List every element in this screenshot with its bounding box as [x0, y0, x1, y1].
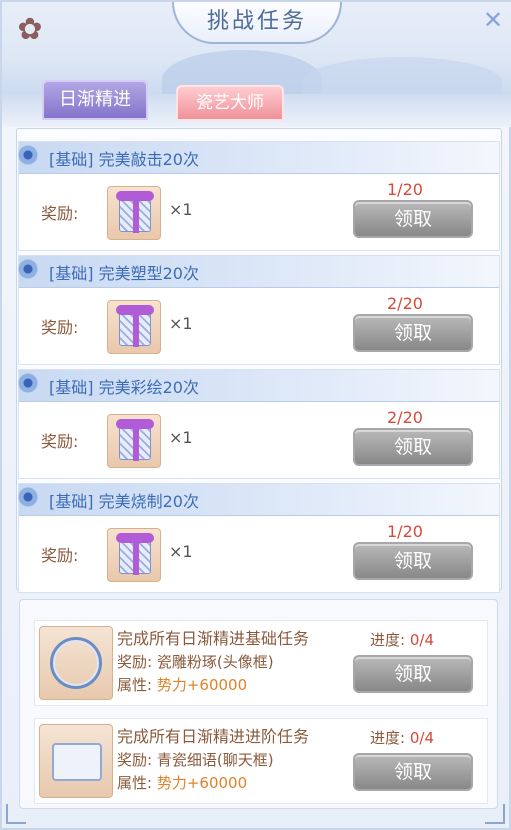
challenge-window: ✿ 挑战任务 ✕ 日渐精进 瓷艺大师 [基础] 完美敲击20次 奖励: ×1 1… [0, 0, 511, 830]
reward-quantity: ×1 [169, 542, 193, 561]
gift-box-icon [116, 305, 154, 347]
task-header: [基础] 完美敲击20次 [13, 140, 499, 174]
reward-quantity: ×1 [169, 200, 193, 219]
chat-frame-icon [52, 743, 102, 781]
reward-label: 奖励: [41, 318, 79, 337]
task-item: [基础] 完美敲击20次 奖励: ×1 1/20 领取 [13, 140, 500, 251]
reward-quantity: ×1 [169, 314, 193, 333]
progress-value: 0/4 [409, 631, 434, 649]
task-tag: [基础] [49, 378, 94, 397]
completion-reward: 奖励: 瓷雕粉琢(头像框) [117, 651, 274, 672]
reward-item[interactable] [107, 186, 161, 240]
attr-value: 势力+60000 [156, 676, 248, 694]
header-banner: ✿ 挑战任务 ✕ 日渐精进 瓷艺大师 [2, 2, 511, 127]
task-progress: 1/20 [387, 522, 423, 541]
task-title: [基础] 完美彩绘20次 [49, 374, 199, 398]
completion-progress: 进度: 0/4 [370, 629, 434, 650]
completion-attribute: 属性: 势力+60000 [117, 772, 247, 793]
reward-prefix: 奖励: [117, 653, 153, 671]
reward-label: 奖励: [41, 432, 79, 451]
tab-daily-progress[interactable]: 日渐精进 [42, 80, 148, 120]
claim-button[interactable]: 领取 [353, 200, 473, 238]
claim-button[interactable]: 领取 [353, 314, 473, 352]
reward-item[interactable] [39, 626, 113, 700]
tab-label: 瓷艺大师 [196, 93, 264, 113]
reward-name: 瓷雕粉琢(头像框) [156, 653, 274, 671]
task-item: [基础] 完美烧制20次 奖励: ×1 1/20 领取 [13, 482, 500, 593]
task-header: [基础] 完美塑型20次 [13, 254, 499, 288]
flower-icon [13, 368, 43, 398]
completion-task-title: 完成所有日渐精进基础任务 [117, 629, 310, 648]
reward-label: 奖励: [41, 546, 79, 565]
attr-prefix: 属性: [117, 676, 153, 694]
title-plaque: 挑战任务 [172, 2, 342, 44]
claim-button[interactable]: 领取 [353, 655, 473, 693]
flower-icon [13, 254, 43, 284]
task-name: 完美彩绘20次 [98, 378, 199, 397]
flower-icon [13, 140, 43, 170]
task-name: 完美烧制20次 [98, 492, 199, 511]
page-title: 挑战任务 [206, 9, 307, 34]
task-progress: 2/20 [387, 408, 423, 427]
task-tag: [基础] [49, 150, 94, 169]
reward-quantity: ×1 [169, 428, 193, 447]
task-tag: [基础] [49, 264, 94, 283]
task-progress: 2/20 [387, 294, 423, 313]
reward-prefix: 奖励: [117, 751, 153, 769]
claim-button[interactable]: 领取 [353, 542, 473, 580]
gift-box-icon [116, 191, 154, 233]
task-name: 完美塑型20次 [98, 264, 199, 283]
plum-branch-icon: ✿ [17, 12, 43, 47]
task-header: [基础] 完美烧制20次 [13, 482, 499, 516]
completion-reward: 奖励: 青瓷细语(聊天框) [117, 749, 274, 770]
task-item: [基础] 完美彩绘20次 奖励: ×1 2/20 领取 [13, 368, 500, 479]
task-title: [基础] 完美塑型20次 [49, 260, 199, 284]
flower-icon [13, 482, 43, 512]
completion-rewards-panel: 完成所有日渐精进基础任务 奖励: 瓷雕粉琢(头像框) 属性: 势力+60000 … [19, 599, 498, 809]
completion-task: 完成所有日渐精进进阶任务 奖励: 青瓷细语(聊天框) 属性: 势力+60000 … [34, 718, 488, 804]
reward-name: 青瓷细语(聊天框) [156, 751, 274, 769]
tab-label: 日渐精进 [59, 89, 131, 110]
completion-progress: 进度: 0/4 [370, 727, 434, 748]
task-item: [基础] 完美塑型20次 奖励: ×1 2/20 领取 [13, 254, 500, 365]
reward-item[interactable] [39, 724, 113, 798]
task-title: [基础] 完美烧制20次 [49, 488, 199, 512]
reward-label: 奖励: [41, 204, 79, 223]
completion-attribute: 属性: 势力+60000 [117, 674, 247, 695]
task-progress: 1/20 [387, 180, 423, 199]
progress-label: 进度: [370, 631, 406, 649]
task-name: 完美敲击20次 [98, 150, 199, 169]
progress-value: 0/4 [409, 729, 434, 747]
tab-porcelain-master[interactable]: 瓷艺大师 [176, 85, 284, 121]
claim-button[interactable]: 领取 [353, 428, 473, 466]
corner-ornament [6, 804, 26, 824]
close-icon[interactable]: ✕ [478, 6, 508, 36]
reward-item[interactable] [107, 300, 161, 354]
completion-task-title: 完成所有日渐精进进阶任务 [117, 727, 310, 746]
gift-box-icon [116, 419, 154, 461]
completion-task: 完成所有日渐精进基础任务 奖励: 瓷雕粉琢(头像框) 属性: 势力+60000 … [34, 620, 488, 706]
task-tag: [基础] [49, 492, 94, 511]
attr-prefix: 属性: [117, 774, 153, 792]
task-title: [基础] 完美敲击20次 [49, 146, 199, 170]
avatar-frame-icon [50, 637, 102, 689]
claim-button[interactable]: 领取 [353, 753, 473, 791]
attr-value: 势力+60000 [156, 774, 248, 792]
task-header: [基础] 完美彩绘20次 [13, 368, 499, 402]
progress-label: 进度: [370, 729, 406, 747]
reward-item[interactable] [107, 414, 161, 468]
corner-ornament [485, 804, 505, 824]
gift-box-icon [116, 533, 154, 575]
reward-item[interactable] [107, 528, 161, 582]
